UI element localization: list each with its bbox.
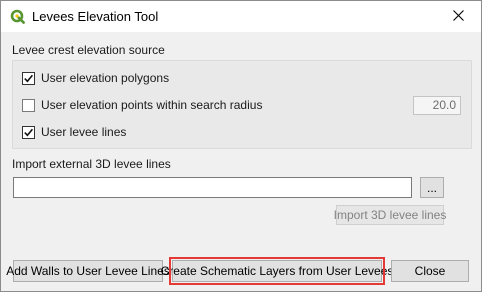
levee-lines-checkbox[interactable]: [22, 125, 35, 139]
add-walls-button[interactable]: Add Walls to User Levee Lines: [6, 260, 170, 282]
search-radius-spinbox[interactable]: 20.0: [413, 96, 461, 115]
browse-button[interactable]: ...: [420, 177, 444, 198]
create-schematic-layers-button[interactable]: Create Schematic Layers from User Levees: [161, 257, 393, 285]
option-user-elevation-points[interactable]: User elevation points within search radi…: [22, 97, 262, 113]
levee-lines-label: User levee lines: [41, 125, 127, 139]
polygons-checkbox[interactable]: [22, 71, 35, 85]
close-window-button[interactable]: [435, 1, 481, 32]
levees-elevation-dialog: Levees Elevation Tool Levee crest elevat…: [0, 0, 482, 292]
polygons-label: User elevation polygons: [41, 71, 170, 85]
window-title: Levees Elevation Tool: [32, 9, 159, 24]
levee-lines-path-input[interactable]: [13, 177, 412, 198]
crest-source-heading: Levee crest elevation source: [12, 43, 165, 57]
crest-source-group: User elevation polygons User elevation p…: [12, 60, 472, 149]
checkmark-icon: [24, 128, 34, 137]
option-user-elevation-polygons[interactable]: User elevation polygons: [22, 70, 169, 86]
close-button[interactable]: Close: [391, 260, 469, 282]
import-heading: Import external 3D levee lines: [12, 157, 171, 171]
checkmark-icon: [24, 74, 34, 83]
close-icon: [452, 9, 464, 24]
import-3d-levee-lines-button[interactable]: Import 3D levee lines: [334, 205, 446, 225]
option-user-levee-lines[interactable]: User levee lines: [22, 124, 126, 140]
qgis-icon: [10, 9, 25, 24]
points-label: User elevation points within search radi…: [41, 98, 263, 112]
points-checkbox[interactable]: [22, 98, 35, 112]
title-bar[interactable]: Levees Elevation Tool: [1, 1, 481, 32]
